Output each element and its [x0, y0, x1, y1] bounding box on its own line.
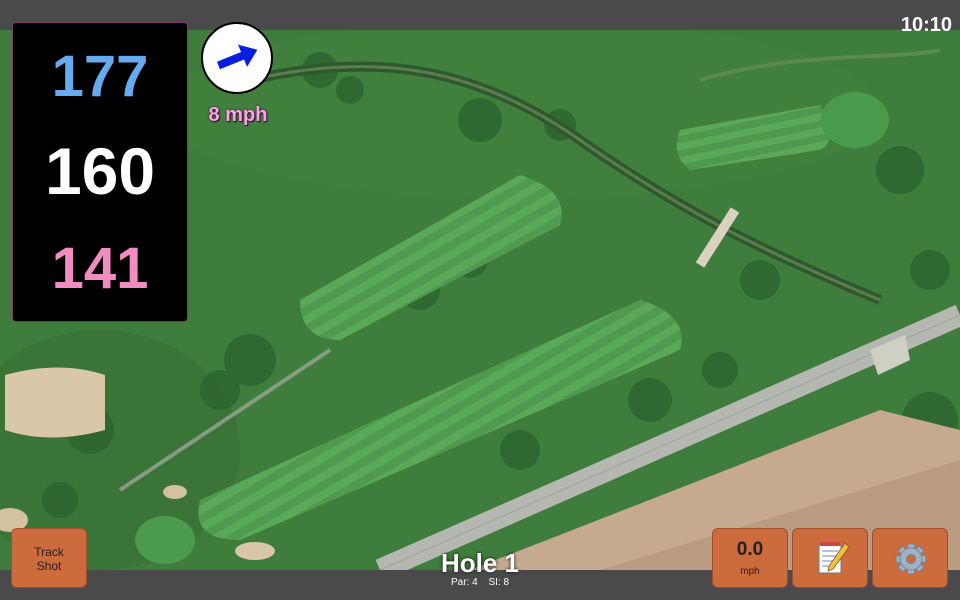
- distance-panel: 177 160 141: [12, 22, 188, 322]
- distance-middle: 160: [44, 134, 156, 208]
- hole-si: SI: 8: [488, 577, 510, 588]
- hole-info: Par: 4 SI: 8: [380, 577, 580, 588]
- clock-time: 10:10: [900, 14, 952, 36]
- gear-icon: [895, 543, 927, 575]
- notepad-icon: [818, 542, 850, 574]
- settings-button[interactable]: [872, 528, 948, 588]
- notes-button[interactable]: [792, 528, 868, 588]
- speed-value: 0.0: [736, 539, 764, 560]
- wind-speed: 8 mph: [208, 104, 268, 126]
- distance-front: 141: [51, 236, 149, 301]
- hole-title: Hole 1: [440, 548, 520, 578]
- track-shot-label-line2: Shot: [36, 559, 62, 573]
- distance-back: 177: [51, 44, 149, 109]
- wind-indicator: [201, 22, 273, 94]
- arrow-icon: [216, 44, 258, 70]
- speed-unit: mph: [740, 566, 760, 577]
- speed-button[interactable]: 0.0 mph: [712, 528, 788, 588]
- track-shot-button[interactable]: Track Shot: [11, 528, 87, 588]
- track-shot-label-line1: Track: [34, 545, 64, 559]
- hole-par: Par: 4: [450, 577, 478, 588]
